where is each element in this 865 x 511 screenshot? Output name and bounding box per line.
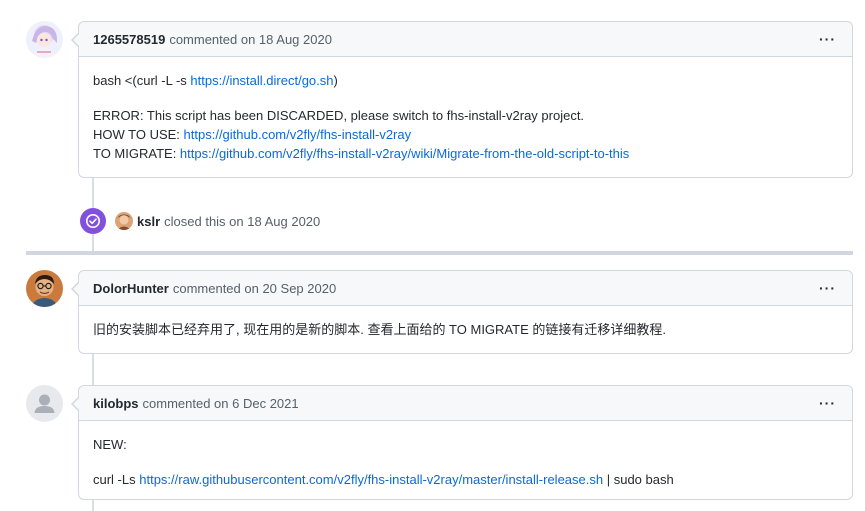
comment-line: NEW: bbox=[93, 437, 127, 452]
text: curl -Ls bbox=[93, 472, 140, 487]
avatar[interactable] bbox=[26, 21, 63, 58]
text: ) bbox=[333, 73, 338, 88]
avatar[interactable] bbox=[26, 270, 63, 307]
comment-line: 旧的安装脚本已经弃用了, 现在用的是新的脚本. 查看上面给的 TO MIGRAT… bbox=[93, 322, 666, 337]
comment-card: 1265578519 commented on 18 Aug 2020 ··· … bbox=[71, 21, 853, 178]
comment-line: bash <(curl -L -s https://install.direct… bbox=[93, 71, 838, 90]
avatar[interactable] bbox=[115, 212, 133, 230]
comment-body: 旧的安装脚本已经弃用了, 现在用的是新的脚本. 查看上面给的 TO MIGRAT… bbox=[79, 306, 852, 351]
comment-header: DolorHunter commented on 20 Sep 2020 ··· bbox=[79, 271, 852, 306]
timeline-line bbox=[92, 354, 94, 385]
howto-link[interactable]: https://github.com/v2fly/fhs-install-v2r… bbox=[184, 127, 412, 142]
comment-card: kilobps commented on 6 Dec 2021 ··· NEW:… bbox=[71, 385, 853, 501]
comment-line: ERROR: This script has been DISCARDED, p… bbox=[93, 108, 585, 123]
timeline-line bbox=[92, 500, 94, 511]
comment-header: 1265578519 commented on 18 Aug 2020 ··· bbox=[79, 22, 852, 57]
text: bash <(curl -L -s bbox=[93, 73, 191, 88]
comment-menu-button[interactable]: ··· bbox=[819, 396, 836, 410]
event-description: closed this on 18 Aug 2020 bbox=[164, 213, 321, 229]
comment-body: bash <(curl -L -s https://install.direct… bbox=[79, 57, 852, 175]
event-author[interactable]: kslr bbox=[137, 214, 160, 229]
install-script-link[interactable]: https://install.direct/go.sh bbox=[190, 73, 333, 88]
comment-menu-button[interactable]: ··· bbox=[819, 281, 836, 295]
comment-timestamp[interactable]: commented on 18 Aug 2020 bbox=[169, 32, 332, 47]
avatar[interactable] bbox=[26, 385, 63, 422]
comment-menu-button[interactable]: ··· bbox=[819, 32, 836, 46]
comment-timestamp[interactable]: commented on 6 Dec 2021 bbox=[143, 396, 299, 411]
comment-body: NEW: curl -Ls https://raw.githubusercont… bbox=[79, 421, 852, 501]
comment-header: kilobps commented on 6 Dec 2021 ··· bbox=[79, 386, 852, 421]
check-circle-icon bbox=[80, 208, 106, 234]
migrate-link[interactable]: https://github.com/v2fly/fhs-install-v2r… bbox=[180, 146, 629, 161]
comment-line: curl -Ls https://raw.githubusercontent.c… bbox=[93, 470, 838, 489]
comment-line: HOW TO USE: https://github.com/v2fly/fhs… bbox=[93, 125, 838, 144]
install-release-link[interactable]: https://raw.githubusercontent.com/v2fly/… bbox=[139, 472, 603, 487]
text: HOW TO USE: bbox=[93, 127, 184, 142]
comment-line: TO MIGRATE: https://github.com/v2fly/fhs… bbox=[93, 144, 838, 163]
comment-author[interactable]: DolorHunter bbox=[93, 281, 169, 296]
timeline-divider bbox=[26, 251, 853, 255]
closed-event: kslr closed this on 18 Aug 2020 bbox=[80, 208, 320, 234]
text: | sudo bash bbox=[603, 472, 674, 487]
comment-author[interactable]: kilobps bbox=[93, 396, 139, 411]
text: TO MIGRATE: bbox=[93, 146, 180, 161]
comment-card: DolorHunter commented on 20 Sep 2020 ···… bbox=[71, 270, 853, 354]
comment-author[interactable]: 1265578519 bbox=[93, 32, 165, 47]
comment-timestamp[interactable]: commented on 20 Sep 2020 bbox=[173, 281, 336, 296]
